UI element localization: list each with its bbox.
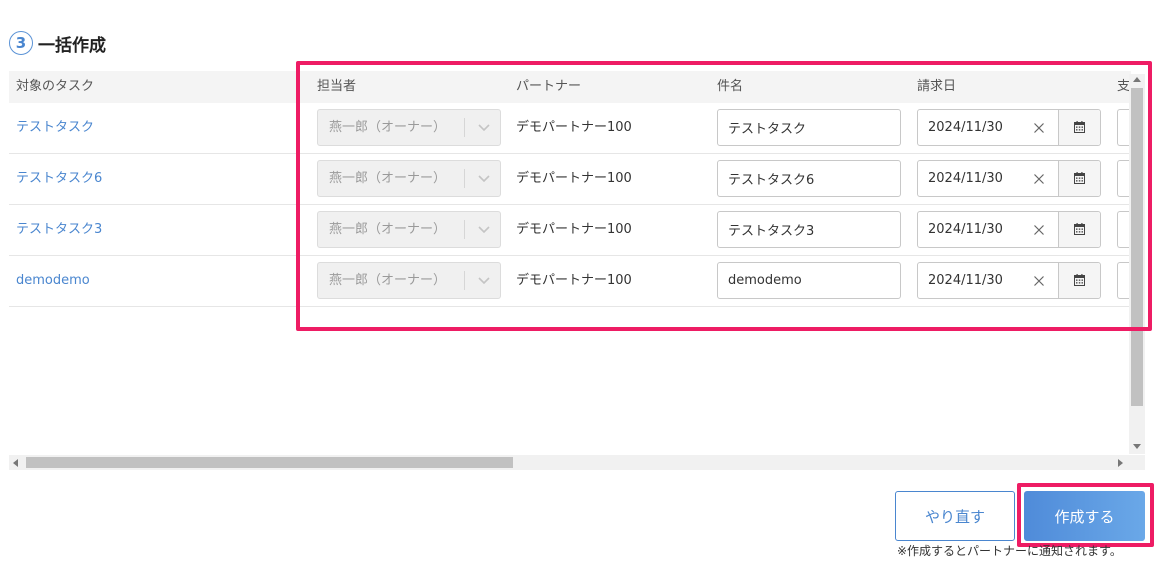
scroll-up-icon[interactable]	[1133, 77, 1141, 82]
billing-date-value: 2024/11/30	[928, 222, 1003, 237]
task-link[interactable]: テストタスク6	[16, 154, 102, 204]
assignee-select: 燕一郎（オーナー）	[317, 211, 501, 248]
scrollbar-corner	[1129, 455, 1145, 470]
close-icon[interactable]	[1031, 273, 1047, 289]
select-separator	[464, 118, 465, 137]
billing-date-value: 2024/11/30	[928, 273, 1003, 288]
calendar-button[interactable]	[1058, 110, 1100, 145]
table-header: 対象のタスク 担当者 パートナー 件名 請求日 支	[9, 71, 1131, 103]
chevron-down-icon	[478, 124, 490, 132]
assignee-value: 燕一郎（オーナー）	[329, 171, 447, 186]
bulk-create-table: 対象のタスク 担当者 パートナー 件名 請求日 支 テストタスク 燕一郎（オーナ…	[9, 71, 1145, 471]
table-row: テストタスク6 燕一郎（オーナー） デモパートナー100 2024/11/30	[9, 154, 1137, 205]
header-billing-date: 請求日	[917, 79, 957, 94]
billing-date-field[interactable]: 2024/11/30	[917, 160, 1101, 197]
select-separator	[464, 169, 465, 188]
scroll-right-icon[interactable]	[1118, 459, 1123, 467]
billing-date-value: 2024/11/30	[928, 171, 1003, 186]
partner-name: デモパートナー100	[516, 273, 632, 288]
calendar-button[interactable]	[1058, 161, 1100, 196]
section-title: 一括作成	[38, 35, 106, 56]
select-separator	[464, 220, 465, 239]
assignee-select: 燕一郎（オーナー）	[317, 262, 501, 299]
subject-input[interactable]	[717, 109, 901, 146]
assignee-select: 燕一郎（オーナー）	[317, 109, 501, 146]
billing-date-field[interactable]: 2024/11/30	[917, 262, 1101, 299]
assignee-value: 燕一郎（オーナー）	[329, 273, 447, 288]
calendar-icon	[1074, 223, 1085, 235]
vertical-scrollbar[interactable]	[1129, 74, 1145, 454]
header-partner: パートナー	[516, 79, 582, 94]
scroll-left-icon[interactable]	[13, 459, 18, 467]
chevron-down-icon	[478, 277, 490, 285]
scroll-down-icon[interactable]	[1133, 444, 1141, 449]
calendar-icon	[1074, 121, 1085, 133]
subject-input[interactable]	[717, 160, 901, 197]
header-task: 対象のタスク	[16, 79, 95, 94]
assignee-value: 燕一郎（オーナー）	[329, 222, 447, 237]
horizontal-scrollbar[interactable]	[9, 455, 1129, 470]
horizontal-scroll-thumb[interactable]	[26, 457, 513, 468]
assignee-value: 燕一郎（オーナー）	[329, 120, 447, 135]
task-link[interactable]: テストタスク3	[16, 205, 102, 255]
subject-input[interactable]	[717, 211, 901, 248]
section-header: 3 一括作成	[9, 30, 106, 56]
create-button[interactable]: 作成する	[1024, 491, 1145, 541]
close-icon[interactable]	[1031, 120, 1047, 136]
chevron-down-icon	[478, 226, 490, 234]
calendar-icon	[1074, 274, 1085, 286]
calendar-button[interactable]	[1058, 212, 1100, 247]
assignee-select: 燕一郎（オーナー）	[317, 160, 501, 197]
select-separator	[464, 271, 465, 290]
table-row: テストタスク 燕一郎（オーナー） デモパートナー100 2024/11/30	[9, 103, 1137, 154]
header-subject: 件名	[717, 79, 744, 94]
step-number-badge: 3	[9, 31, 33, 55]
calendar-icon	[1074, 172, 1085, 184]
header-assignee: 担当者	[317, 79, 357, 94]
redo-button[interactable]: やり直す	[895, 491, 1015, 541]
subject-input[interactable]	[717, 262, 901, 299]
calendar-button[interactable]	[1058, 263, 1100, 298]
partner-name: デモパートナー100	[516, 222, 632, 237]
vertical-scroll-thumb[interactable]	[1131, 88, 1143, 406]
task-link[interactable]: テストタスク	[16, 103, 94, 153]
close-icon[interactable]	[1031, 171, 1047, 187]
table-row: demodemo 燕一郎（オーナー） デモパートナー100 2024/11/30	[9, 256, 1137, 307]
billing-date-value: 2024/11/30	[928, 120, 1003, 135]
table-row: テストタスク3 燕一郎（オーナー） デモパートナー100 2024/11/30	[9, 205, 1137, 256]
close-icon[interactable]	[1031, 222, 1047, 238]
partner-name: デモパートナー100	[516, 120, 632, 135]
partner-name: デモパートナー100	[516, 171, 632, 186]
billing-date-field[interactable]: 2024/11/30	[917, 211, 1101, 248]
task-link[interactable]: demodemo	[16, 256, 90, 306]
billing-date-field[interactable]: 2024/11/30	[917, 109, 1101, 146]
notification-note: ※作成するとパートナーに通知されます。	[897, 544, 1122, 558]
chevron-down-icon	[478, 175, 490, 183]
